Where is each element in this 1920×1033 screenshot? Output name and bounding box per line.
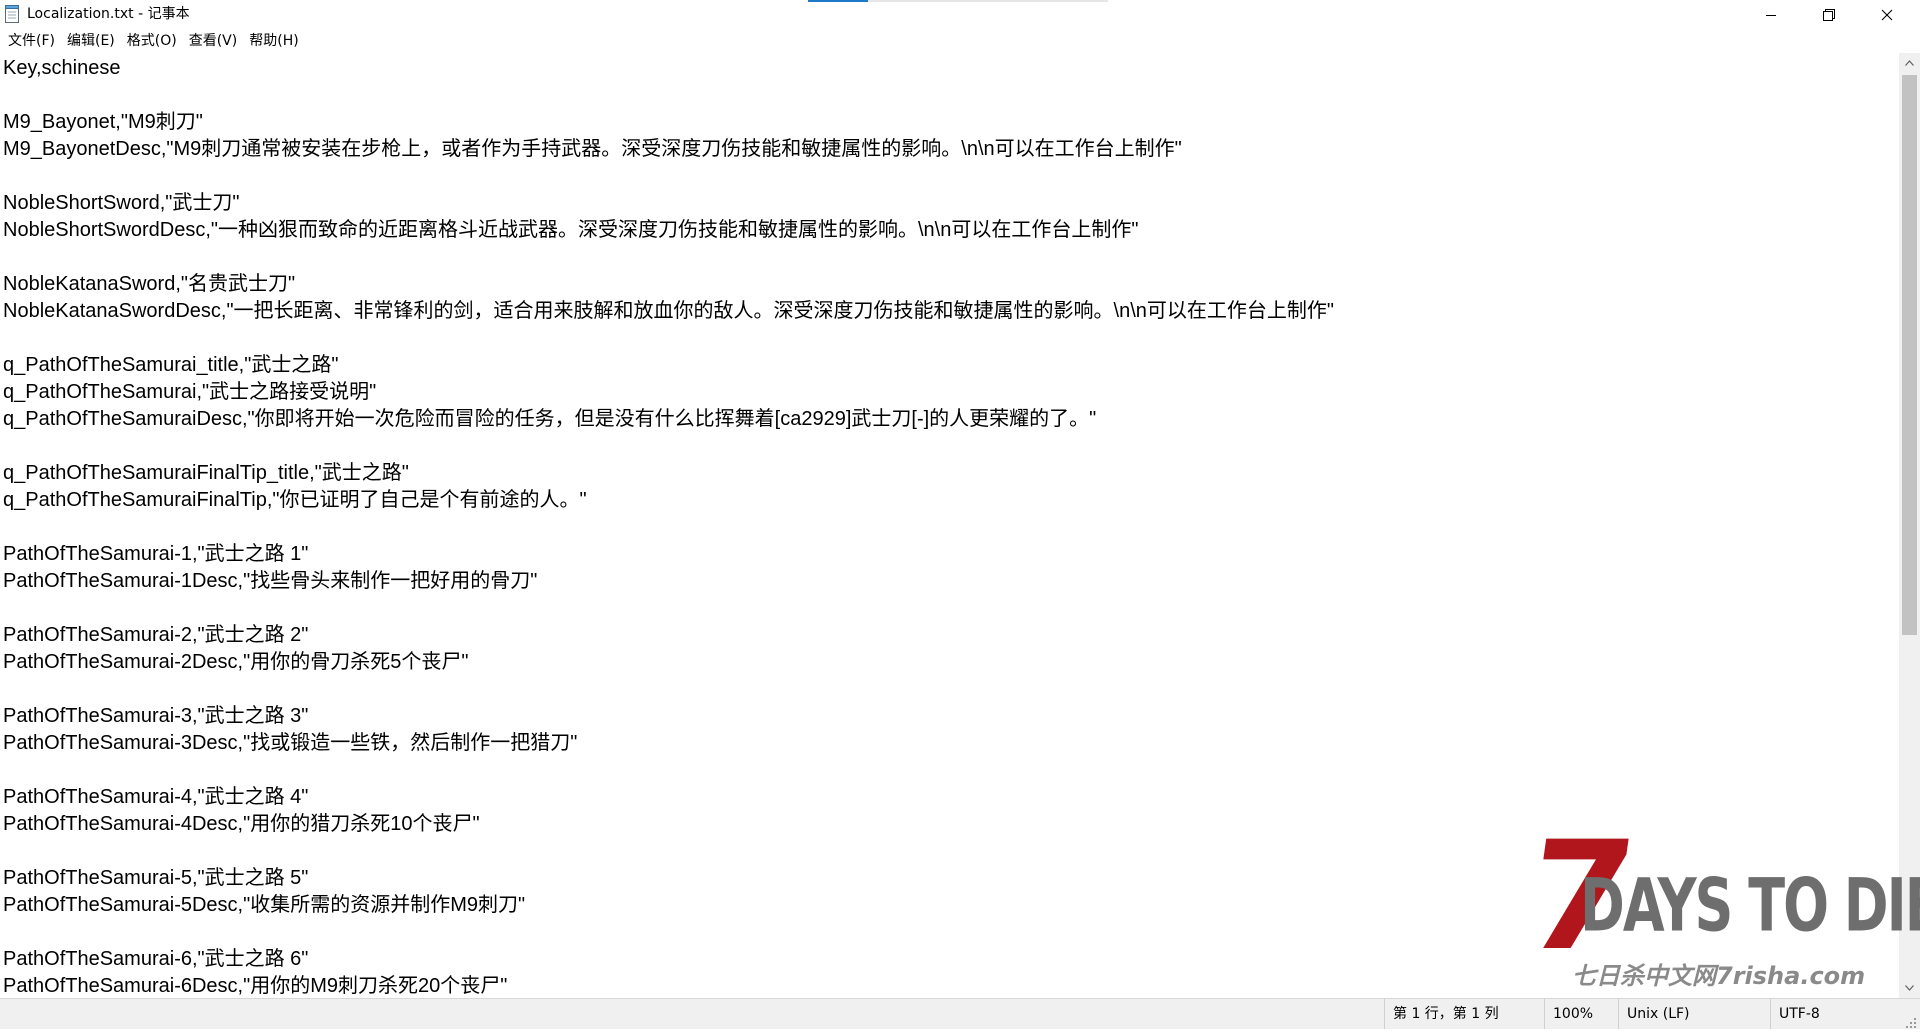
resize-grip-icon[interactable] (1905, 1014, 1917, 1028)
text-line: q_PathOfTheSamuraiDesc,"你即将开始一次危险而冒险的任务，… (3, 408, 1097, 430)
menu-bar: 文件(F) 编辑(E) 格式(O) 查看(V) 帮助(H) (0, 29, 1920, 53)
menu-edit[interactable]: 编辑(E) (61, 31, 121, 51)
title-accent-bar (808, 0, 868, 2)
restore-button[interactable] (1800, 0, 1858, 29)
vertical-scrollbar[interactable] (1899, 53, 1920, 998)
scroll-down-arrow-icon[interactable] (1899, 978, 1920, 998)
status-bar: 第 1 行，第 1 列 100% Unix (LF) UTF-8 (0, 998, 1920, 1029)
close-icon (1881, 9, 1893, 21)
text-line: PathOfTheSamurai-4,"武士之路 4" (3, 786, 309, 808)
text-line: q_PathOfTheSamurai_title,"武士之路" (3, 354, 339, 376)
status-encoding: UTF-8 (1770, 999, 1899, 1029)
text-line: PathOfTheSamurai-2,"武士之路 2" (3, 624, 309, 646)
text-line: NobleKatanaSwordDesc,"一把长距离、非常锋利的剑，适合用来肢… (3, 300, 1335, 322)
text-line: PathOfTheSamurai-1Desc,"找些骨头来制作一把好用的骨刀" (3, 570, 538, 592)
status-line-ending: Unix (LF) (1618, 999, 1775, 1029)
status-cursor-position: 第 1 行，第 1 列 (1384, 999, 1543, 1029)
text-line: NobleShortSword,"武士刀" (3, 192, 240, 214)
status-zoom: 100% (1544, 999, 1605, 1029)
menu-file[interactable]: 文件(F) (0, 31, 61, 51)
menu-help[interactable]: 帮助(H) (243, 31, 304, 51)
minimize-icon (1765, 9, 1777, 21)
text-line: Key,schinese (3, 57, 121, 79)
text-line: NobleShortSwordDesc,"一种凶狠而致命的近距离格斗近战武器。深… (3, 219, 1139, 241)
text-line: PathOfTheSamurai-5Desc,"收集所需的资源并制作M9刺刀" (3, 894, 526, 916)
notepad-window: Localization.txt - 记事本 文件(F) 编辑(E) 格式(O)… (0, 0, 1920, 1029)
close-button[interactable] (1858, 0, 1916, 29)
text-line: PathOfTheSamurai-2Desc,"用你的骨刀杀死5个丧尸" (3, 651, 469, 673)
text-line: PathOfTheSamurai-6,"武士之路 6" (3, 948, 309, 970)
text-line: PathOfTheSamurai-5,"武士之路 5" (3, 867, 309, 889)
text-line: M9_BayonetDesc,"M9刺刀通常被安装在步枪上，或者作为手持武器。深… (3, 138, 1182, 160)
title-bar[interactable]: Localization.txt - 记事本 (0, 0, 1920, 29)
text-line: PathOfTheSamurai-3,"武士之路 3" (3, 705, 309, 727)
text-line: q_PathOfTheSamuraiFinalTip,"你已证明了自己是个有前途… (3, 489, 587, 511)
text-line: PathOfTheSamurai-6Desc,"用你的M9刺刀杀死20个丧尸" (3, 975, 508, 997)
text-line: q_PathOfTheSamuraiFinalTip_title,"武士之路" (3, 462, 409, 484)
menu-view[interactable]: 查看(V) (183, 31, 244, 51)
text-line: M9_Bayonet,"M9刺刀" (3, 111, 203, 133)
text-editor[interactable]: Key,schinese M9_Bayonet,"M9刺刀" M9_BayonetD… (0, 53, 1899, 998)
text-line: PathOfTheSamurai-1,"武士之路 1" (3, 543, 309, 565)
text-line: NobleKatanaSword,"名贵武士刀" (3, 273, 296, 295)
restore-icon (1823, 8, 1835, 21)
title-accent-bar-light (868, 0, 1108, 2)
scroll-up-arrow-icon[interactable] (1899, 53, 1920, 73)
text-line: q_PathOfTheSamurai,"武士之路接受说明" (3, 381, 377, 403)
scrollbar-thumb[interactable] (1902, 75, 1917, 635)
notepad-icon (5, 5, 20, 23)
window-title: Localization.txt - 记事本 (27, 6, 190, 22)
menu-format[interactable]: 格式(O) (121, 31, 183, 51)
text-line: PathOfTheSamurai-3Desc,"找或锻造一些铁，然后制作一把猎刀… (3, 732, 578, 754)
minimize-button[interactable] (1742, 0, 1800, 29)
text-line: PathOfTheSamurai-4Desc,"用你的猎刀杀死10个丧尸" (3, 813, 480, 835)
